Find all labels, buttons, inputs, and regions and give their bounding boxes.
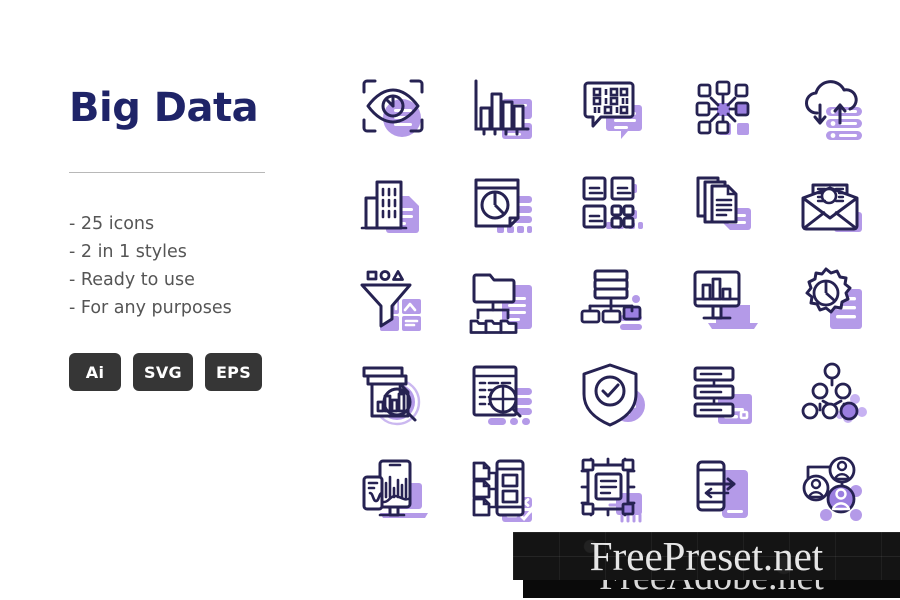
icon-cell-18 <box>558 347 668 442</box>
watermark-primary: FreePreset.net <box>513 532 900 580</box>
gear-pie-settings-icon <box>805 267 862 329</box>
database-structure-icon <box>580 269 642 330</box>
icon-cell-17 <box>448 347 558 442</box>
icon-cell-12 <box>448 252 558 347</box>
shield-verified-icon <box>582 363 645 426</box>
icon-cell-23 <box>558 442 668 537</box>
pie-chart-report-icon <box>474 178 532 233</box>
badge-svg: SVG <box>133 353 193 391</box>
icon-grid-panel <box>330 0 900 600</box>
list-item: - Ready to use <box>69 270 195 290</box>
list-item: - 25 icons <box>69 214 155 234</box>
bar-chart-graph-icon <box>474 79 532 139</box>
binary-chat-bubble-icon <box>583 81 642 139</box>
folder-hierarchy-icon <box>469 273 532 334</box>
data-filter-funnel-icon <box>360 269 421 331</box>
icon-cell-19 <box>668 347 778 442</box>
cloud-data-transfer-icon <box>805 79 862 140</box>
network-nodes-icon <box>695 80 750 135</box>
document-magnifier-icon <box>472 365 532 425</box>
icon-cell-16 <box>338 347 448 442</box>
poster-canvas: Big Data - 25 icons - 2 in 1 styles - Re… <box>0 0 900 600</box>
list-item: - For any purposes <box>69 298 232 318</box>
chart-windows-search-icon <box>362 366 421 425</box>
file-to-mobile-flow-icon <box>472 459 532 522</box>
icon-cell-4 <box>668 62 778 157</box>
email-data-search-icon <box>801 183 862 232</box>
icon-cell-11 <box>338 252 448 347</box>
monitor-analytics-icon <box>693 270 758 329</box>
icon-cell-5 <box>778 62 888 157</box>
data-blocks-layout-icon <box>582 176 643 229</box>
watermark-primary-text: FreePreset.net <box>589 532 824 579</box>
node-tree-graph-icon <box>801 362 867 423</box>
icon-cell-1 <box>338 62 448 157</box>
user-network-icon <box>802 456 862 521</box>
icon-cell-3 <box>558 62 668 157</box>
icon-cell-10 <box>778 157 888 252</box>
feature-list: - 25 icons - 2 in 1 styles - Ready to us… <box>69 210 330 322</box>
page-title: Big Data <box>69 85 259 131</box>
badge-ai: Ai <box>69 353 121 391</box>
icon-cell-25 <box>778 442 888 537</box>
list-item: - 2 in 1 styles <box>69 242 187 262</box>
icon-cell-21 <box>338 442 448 537</box>
device-data-transfer-icon <box>696 460 748 518</box>
badge-eps: EPS <box>204 353 263 391</box>
server-rack-icon <box>693 366 752 424</box>
icon-cell-15 <box>778 252 888 347</box>
icon-cell-9 <box>668 157 778 252</box>
icon-cell-22 <box>448 442 558 537</box>
enterprise-building-icon <box>360 180 419 233</box>
multi-device-analytics-icon <box>362 459 428 518</box>
format-badges: Ai SVG EPS <box>69 353 330 391</box>
icon-cell-7 <box>448 157 558 252</box>
left-info-panel: Big Data - 25 icons - 2 in 1 styles - Re… <box>0 0 330 600</box>
icon-cell-13 <box>558 252 668 347</box>
data-processor-chip-icon <box>580 457 642 522</box>
icon-cell-20 <box>778 347 888 442</box>
data-vision-scan-icon <box>362 79 424 137</box>
icon-cell-24 <box>668 442 778 537</box>
document-stack-icon <box>696 176 751 230</box>
icon-cell-2 <box>448 62 558 157</box>
icon-cell-6 <box>338 157 448 252</box>
icon-cell-8 <box>558 157 668 252</box>
icon-grid <box>338 62 888 537</box>
icon-cell-14 <box>668 252 778 347</box>
title-divider <box>69 172 265 173</box>
